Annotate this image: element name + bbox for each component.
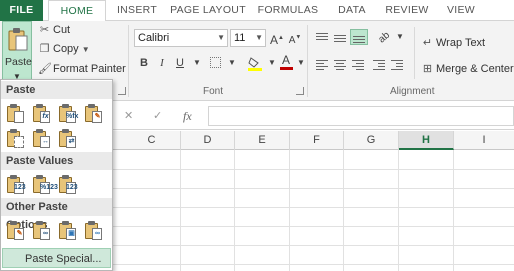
font-color-button[interactable]: A [278,53,294,70]
format-painter-label: Format Painter [53,63,126,75]
wrap-text-button[interactable]: ↵ Wrap Text [421,35,485,51]
wrap-text-icon: ↵ [422,37,433,49]
section-paste-values-header: Paste Values [1,152,112,170]
underline-button[interactable]: U [172,55,188,71]
paste-label: Paste [5,56,32,68]
fill-bucket-icon [248,57,262,71]
merge-center-button[interactable]: ⊞ Merge & Center [421,61,514,77]
grow-font-icon: A▲ [270,33,284,47]
column-header-d[interactable]: D [181,131,235,150]
copy-button[interactable]: ❐ Copy ▼ [38,41,90,57]
shrink-font-button[interactable]: A▼ [287,30,303,46]
section-other-paste-options-header: Other Paste Options [1,198,112,231]
tab-home[interactable]: HOME [48,0,106,22]
paste-picture-icon[interactable]: ▣ [57,219,78,241]
paste-option-no-borders-icon[interactable] [5,127,26,149]
values-badge: 123 [66,184,78,191]
align-middle-button[interactable] [332,31,348,45]
wrap-text-label: Wrap Text [436,37,486,49]
align-top-button[interactable] [314,31,330,45]
column-header-i[interactable]: I [454,131,514,150]
cut-button[interactable]: ✂ Cut [38,22,70,38]
tab-file[interactable]: FILE [0,0,43,21]
chevron-down-icon[interactable]: ▼ [392,29,408,45]
paste-icon [8,28,28,51]
paste-values-source-formatting-icon[interactable]: 123 [57,173,78,195]
paste-special-menu-item[interactable]: Paste Special... [2,248,111,268]
format-painter-icon: 🖌 [38,63,52,75]
group-divider [128,25,129,97]
paste-option-paste-icon[interactable] [5,102,26,124]
tab-insert[interactable]: INSERT [112,0,162,21]
align-bottom-button[interactable] [350,29,368,45]
scissors-icon: ✂ [39,24,50,36]
copy-label: Copy [53,43,79,55]
decrease-indent-button[interactable] [371,59,387,73]
font-size-combo[interactable]: 11 ▼ [230,29,266,47]
paste-values-number-format-icon[interactable]: %123 [31,173,58,195]
paste-option-keep-source-formatting-icon[interactable]: ✎ [83,102,104,124]
format-painter-button[interactable]: 🖌Format Painter [38,61,126,77]
chevron-down-icon: ▼ [255,33,263,42]
align-center-button[interactable] [332,59,348,73]
paste-option-transpose-icon[interactable]: ⇄ [57,127,78,149]
grow-font-button[interactable]: A▲ [269,30,285,47]
formula-input[interactable] [208,106,514,126]
font-launcher-icon[interactable] [296,87,304,95]
cancel-icon[interactable]: ✕ [124,109,133,122]
paste-link-icon[interactable]: ∞ [31,219,52,241]
group-divider [307,25,308,97]
paste-linked-picture-icon[interactable]: ∞ [83,219,104,241]
font-color-icon: A [279,53,293,70]
paste-option-formulas-number-format-icon[interactable]: %fx [57,102,78,124]
clipboard-launcher-icon[interactable] [118,87,126,95]
shrink-font-icon: A▼ [288,35,302,47]
merge-center-label: Merge & Center [436,63,514,75]
tab-view[interactable]: VIEW [443,0,479,21]
italic-button[interactable]: I [154,55,170,71]
column-header-e[interactable]: E [235,131,290,150]
merge-center-icon: ⊞ [422,63,433,75]
paste-options-menu: Paste fx %fx ✎ ↔ ⇄ Paste Values 123 %123… [0,79,113,271]
chevron-down-icon: ▼ [217,33,225,42]
tab-page-layout[interactable]: PAGE LAYOUT [168,0,248,21]
alignment-group-label: Alignment [390,86,435,97]
paste-values-icon[interactable]: 123 [5,173,26,195]
increase-indent-button[interactable] [389,59,405,73]
borders-button[interactable] [207,55,223,71]
font-family-combo[interactable]: Calibri ▼ [134,29,228,47]
group-divider [414,27,415,79]
fill-color-button[interactable] [247,55,263,71]
font-group-label: Font [203,86,224,97]
font-size-value: 11 [234,32,246,44]
chevron-down-icon: ▼ [81,45,90,54]
column-header-h[interactable]: H [399,131,454,150]
font-family-value: Calibri [138,32,170,44]
ribbon-tab-bar: FILE HOME INSERT PAGE LAYOUT FORMULAS DA… [0,0,514,22]
column-header-f[interactable]: F [290,131,344,150]
bold-button[interactable]: B [136,55,152,71]
borders-icon [209,57,221,68]
column-header-c[interactable]: C [123,131,181,150]
chevron-down-icon[interactable]: ▼ [224,55,240,71]
tab-formulas[interactable]: FORMULAS [256,0,320,21]
chevron-down-icon[interactable]: ▼ [189,55,205,71]
align-left-button[interactable] [314,59,330,73]
cut-label: Cut [53,24,71,36]
paste-formatting-icon[interactable]: ✎ [5,219,26,241]
align-right-button[interactable] [350,59,366,73]
tab-review[interactable]: REVIEW [383,0,431,21]
enter-icon[interactable]: ✓ [153,109,162,122]
paste-option-keep-column-widths-icon[interactable]: ↔ [31,127,52,149]
tab-data[interactable]: DATA [333,0,371,21]
paste-option-formulas-icon[interactable]: fx [31,102,52,124]
values-badge: 123 [14,184,26,191]
column-header-g[interactable]: G [344,131,399,150]
copy-icon: ❐ [39,43,50,55]
section-paste-header: Paste [1,81,112,99]
values-badge: %123 [40,184,58,191]
insert-function-button[interactable]: fx [183,109,192,124]
orientation-button[interactable]: ab [377,29,393,46]
